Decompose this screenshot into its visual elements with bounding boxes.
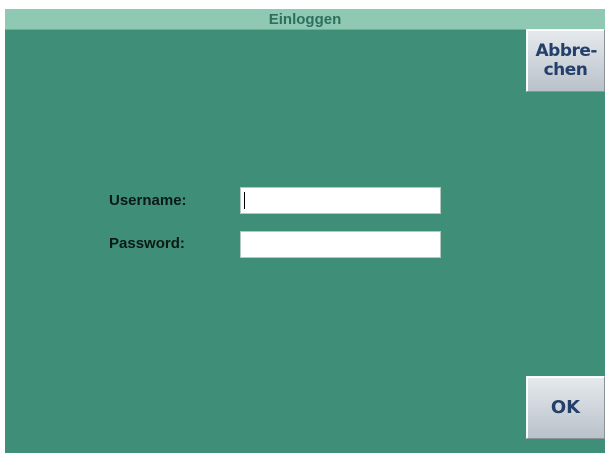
cancel-button[interactable]: Abbre- chen: [526, 29, 605, 92]
username-label: Username:: [109, 192, 187, 209]
password-input[interactable]: [240, 231, 441, 258]
username-input[interactable]: [240, 187, 441, 214]
ok-button-label: OK: [550, 397, 581, 418]
cancel-button-label: Abbre- chen: [535, 40, 598, 80]
title-bar: Einloggen: [5, 9, 605, 30]
login-window: Einloggen Abbre- chen Username: Password…: [5, 9, 605, 453]
password-label: Password:: [109, 235, 185, 252]
text-cursor: [244, 192, 245, 209]
window-title: Einloggen: [268, 11, 342, 28]
ok-button[interactable]: OK: [526, 376, 605, 439]
